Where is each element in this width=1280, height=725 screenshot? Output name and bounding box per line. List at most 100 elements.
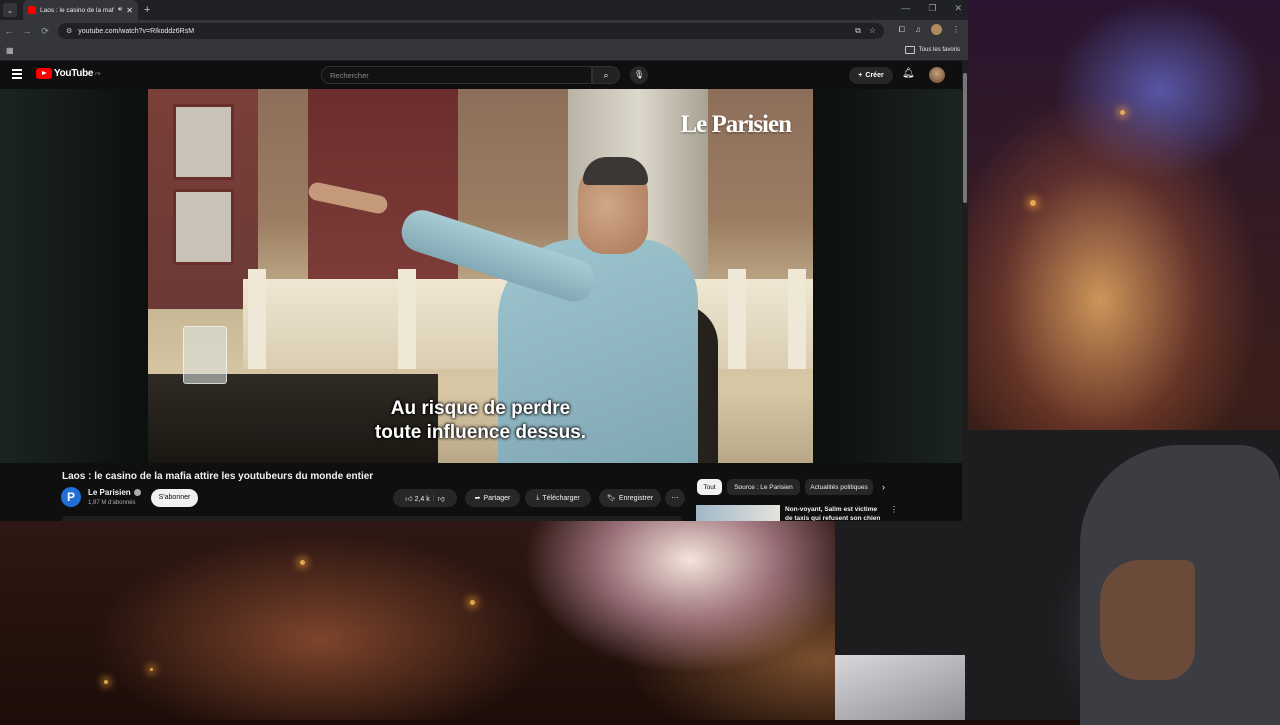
bookmark-star-icon[interactable]: ☆ [869, 26, 876, 36]
tab-close-icon[interactable]: ✕ [126, 6, 133, 15]
extensions-icon[interactable]: ⧠ [899, 25, 905, 35]
recommendation-title[interactable]: Non-voyant, Salim est victime de taxis q… [785, 505, 885, 521]
youtube-logo[interactable]: YouTube FR [36, 68, 101, 79]
video-scene-glass [183, 326, 227, 384]
chip-source[interactable]: Source : Le Parisien [727, 479, 800, 495]
minimize-button[interactable]: — [901, 3, 910, 14]
wallpaper-light [470, 600, 475, 605]
new-tab-button[interactable]: + [144, 4, 150, 16]
like-button[interactable]: 👍︎ 2,4 k [405, 494, 429, 503]
download-icon: ⤓ [536, 494, 540, 501]
search-button[interactable]: ⌕ [592, 66, 620, 84]
subscriber-count: 1,97 M d'abonnés [88, 500, 136, 506]
search-icon: ⌕ [603, 70, 609, 80]
wallpaper-light [1120, 110, 1125, 115]
page-scrollbar[interactable] [962, 61, 968, 521]
download-button[interactable]: ⤓ Télécharger [525, 489, 591, 507]
video-title: Laos : le casino de la mafia attire les … [62, 471, 374, 482]
browser-tab[interactable]: Laos : le casino de la mafia 🔊︎ ✕ [23, 0, 138, 20]
description-box[interactable] [62, 516, 682, 521]
share-label: Partager [483, 494, 511, 502]
create-button[interactable]: + Créer [849, 67, 893, 84]
browser-menu-icon[interactable]: ⋮ [952, 25, 960, 34]
forward-button[interactable]: → [18, 26, 36, 36]
bookmarks-bar: ▦ Tous les favoris [0, 42, 968, 61]
reload-button[interactable]: ⟳ [36, 26, 54, 37]
download-label: Télécharger [542, 494, 580, 502]
address-bar[interactable]: ⚙︎ youtube.com/watch?v=RIkoddz6RsM ⧉ ☆ [58, 23, 884, 39]
tab-strip: ⌄ Laos : le casino de la mafia 🔊︎ ✕ + — … [0, 0, 968, 20]
media-controls-icon[interactable]: ♫ [915, 25, 921, 34]
chevron-right-icon[interactable]: › [882, 482, 885, 492]
site-info-icon[interactable]: ⚙︎ [66, 27, 72, 35]
chip-politics[interactable]: Actualités politiques [805, 479, 873, 495]
hamburger-menu-icon[interactable] [12, 69, 22, 81]
back-button[interactable]: ← [0, 26, 18, 36]
recommendation-menu-icon[interactable]: ⋮ [890, 505, 898, 514]
plus-icon: + [858, 72, 863, 79]
youtube-header: YouTube FR Rechercher ⌕ 🎙︎ + Créer 🔔︎ [0, 61, 962, 89]
more-actions-button[interactable]: ⋯ [665, 489, 685, 507]
share-icon: ➦ [474, 495, 481, 502]
restore-button[interactable]: ❐ [928, 3, 936, 14]
video-scene-railing-post [248, 269, 266, 369]
all-favorites-folder[interactable]: Tous les favoris [904, 46, 960, 54]
like-dislike-group: 👍︎ 2,4 k | 👎︎ [393, 489, 457, 507]
video-scene-man-hair [583, 157, 648, 185]
account-avatar[interactable] [929, 67, 945, 83]
search-input[interactable]: Rechercher [321, 66, 592, 84]
youtube-favicon-icon [28, 6, 36, 14]
video-scene-window [173, 189, 234, 265]
video-player[interactable]: Le Parisien Au risque de perdre toute in… [148, 89, 813, 463]
voice-search-button[interactable]: 🎙︎ [630, 66, 648, 84]
save-icon: 🔖︎ [606, 495, 616, 502]
wallpaper-light [104, 680, 108, 684]
browser-window: ⌄ Laos : le casino de la mafia 🔊︎ ✕ + — … [0, 0, 968, 521]
youtube-country-code: FR [95, 71, 101, 76]
thumbs-up-icon: 👍︎ [405, 495, 413, 503]
folder-icon [904, 46, 915, 54]
install-app-icon[interactable]: ⧉ [855, 26, 861, 36]
channel-avatar[interactable]: P [61, 487, 81, 507]
youtube-play-icon [36, 68, 52, 79]
subtitle-line-1: Au risque de perdre [390, 398, 571, 419]
create-label: Créer [865, 72, 884, 79]
video-scene-railing-post [728, 269, 746, 369]
search-placeholder: Rechercher [330, 71, 369, 80]
like-count: 2,4 k [414, 495, 430, 503]
profile-icon[interactable] [931, 24, 942, 35]
wallpaper-light [300, 560, 305, 565]
chip-all[interactable]: Tout [697, 479, 722, 495]
window-controls: — ❐ ✕ [901, 3, 962, 14]
browser-toolbar: ← → ⟳ ⚙︎ youtube.com/watch?v=RIkoddz6RsM… [0, 20, 968, 42]
youtube-logo-text: YouTube [54, 68, 94, 79]
recommendation-thumbnail[interactable] [696, 505, 780, 521]
subscribe-button[interactable]: S'abonner [151, 489, 198, 507]
scrollbar-thumb[interactable] [963, 73, 967, 203]
verified-badge-icon [133, 489, 141, 496]
more-icon: ⋯ [671, 495, 679, 502]
microphone-icon: 🎙︎ [633, 70, 645, 79]
apps-grid-icon[interactable]: ▦ [6, 46, 14, 55]
close-window-button[interactable]: ✕ [954, 3, 962, 14]
like-divider: | [432, 494, 435, 502]
le-parisien-watermark: Le Parisien [680, 111, 792, 138]
tab-search-icon[interactable]: ⌄ [3, 3, 17, 17]
channel-name-row[interactable]: Le Parisien [88, 488, 141, 497]
webcam-person-face [1100, 560, 1195, 680]
tab-title: Laos : le casino de la mafia [40, 6, 114, 14]
thumbs-down-icon: 👎︎ [437, 495, 445, 503]
speaker-icon[interactable]: 🔊︎ [118, 6, 122, 14]
notifications-bell-icon[interactable]: 🔔︎ [902, 68, 915, 79]
channel-name[interactable]: Le Parisien [88, 488, 131, 497]
dislike-button[interactable]: 👎︎ [438, 494, 445, 503]
save-button[interactable]: 🔖︎ Enregistrer [599, 489, 661, 507]
share-button[interactable]: ➦ Partager [465, 489, 520, 507]
video-scene-railing-post [788, 269, 806, 369]
url-text[interactable]: youtube.com/watch?v=RIkoddz6RsM [78, 28, 194, 35]
video-scene-railing-post [398, 269, 416, 369]
subtitle-line-2: toute influence dessus. [374, 422, 587, 443]
all-favorites-label: Tous les favoris [918, 47, 960, 53]
wallpaper-light [1030, 200, 1036, 206]
save-label: Enregistrer [618, 494, 654, 502]
